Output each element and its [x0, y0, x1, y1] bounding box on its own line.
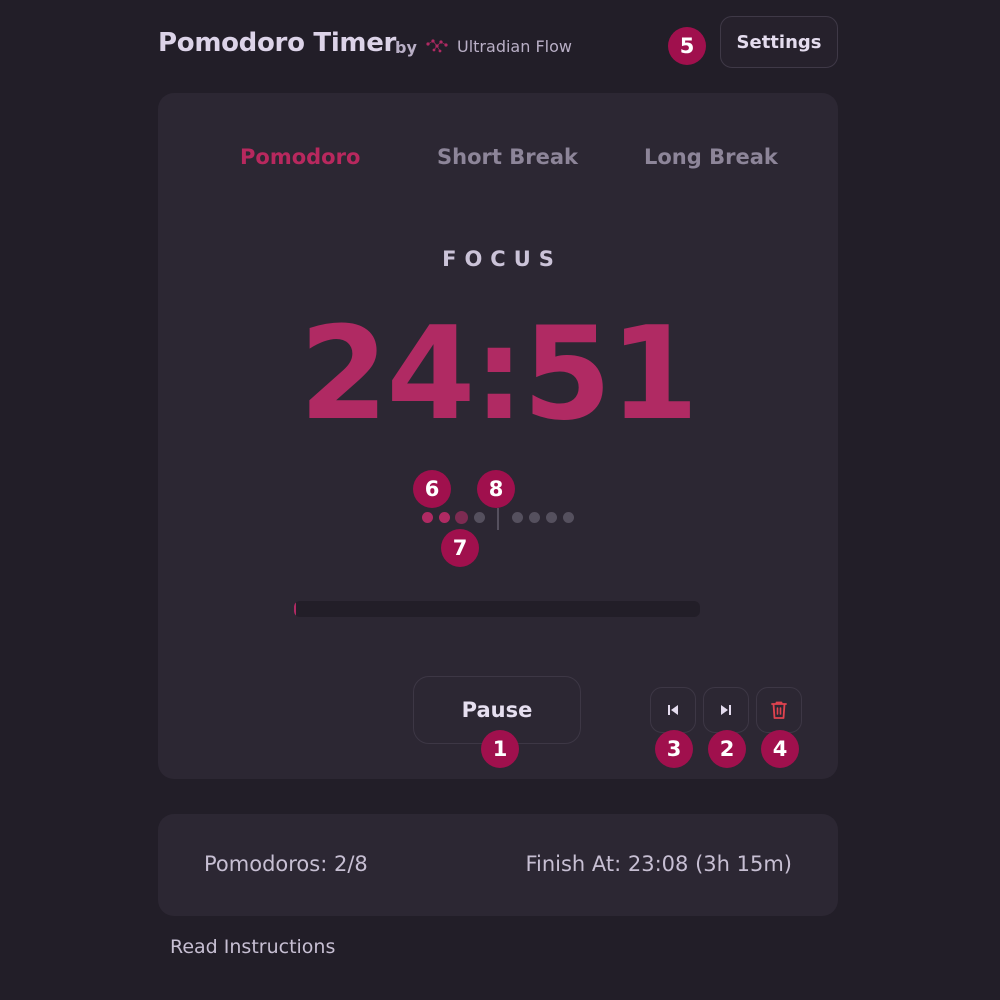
- delete-button[interactable]: [756, 687, 802, 733]
- session-dot: [563, 512, 574, 523]
- trash-icon: [771, 701, 787, 719]
- marker-1: 1: [481, 730, 519, 768]
- session-dot: [439, 512, 450, 523]
- session-dot: [512, 512, 523, 523]
- session-dot: [529, 512, 540, 523]
- stats-card: Pomodoros: 2/8 Finish At: 23:08 (3h 15m): [158, 814, 838, 916]
- header: Pomodoro Timer by Ultradian Flow Setting…: [158, 16, 838, 72]
- previous-button[interactable]: [650, 687, 696, 733]
- progress-bar: [294, 601, 700, 617]
- session-dot: [474, 512, 485, 523]
- finish-time: Finish At: 23:08 (3h 15m): [525, 852, 792, 876]
- next-button[interactable]: [703, 687, 749, 733]
- marker-5: 5: [668, 27, 706, 65]
- marker-7: 7: [441, 529, 479, 567]
- tab-pomodoro[interactable]: Pomodoro: [240, 145, 360, 169]
- timer-display: 24:51: [299, 300, 698, 449]
- marker-8: 8: [477, 470, 515, 508]
- marker-2: 2: [708, 730, 746, 768]
- pomodoro-count: Pomodoros: 2/8: [204, 852, 368, 876]
- session-dots: [422, 508, 582, 532]
- progress-fill: [294, 601, 297, 617]
- marker-4: 4: [761, 730, 799, 768]
- session-dot: [546, 512, 557, 523]
- by-label: by: [395, 38, 417, 57]
- skip-previous-icon: [668, 705, 678, 715]
- mode-label: FOCUS: [442, 247, 562, 271]
- brand-name: Ultradian Flow: [457, 36, 572, 56]
- session-dot: [422, 512, 433, 523]
- tab-short-break[interactable]: Short Break: [437, 145, 578, 169]
- skip-next-icon: [721, 705, 731, 715]
- marker-6: 6: [413, 470, 451, 508]
- session-dot-current: [455, 511, 468, 524]
- brand-logo-icon: [426, 39, 448, 53]
- marker-3: 3: [655, 730, 693, 768]
- pomodoro-page: Pomodoro Timer by Ultradian Flow Setting…: [0, 0, 1000, 1000]
- app-title: Pomodoro Timer: [158, 28, 397, 58]
- tab-long-break[interactable]: Long Break: [644, 145, 778, 169]
- settings-button[interactable]: Settings: [720, 16, 838, 68]
- mode-tabs: Pomodoro Short Break Long Break: [158, 145, 838, 175]
- read-instructions-link[interactable]: Read Instructions: [170, 936, 335, 958]
- timer-card: Pomodoro Short Break Long Break FOCUS 24…: [158, 93, 838, 779]
- brand-link[interactable]: Ultradian Flow: [425, 36, 572, 56]
- session-divider: [497, 508, 499, 530]
